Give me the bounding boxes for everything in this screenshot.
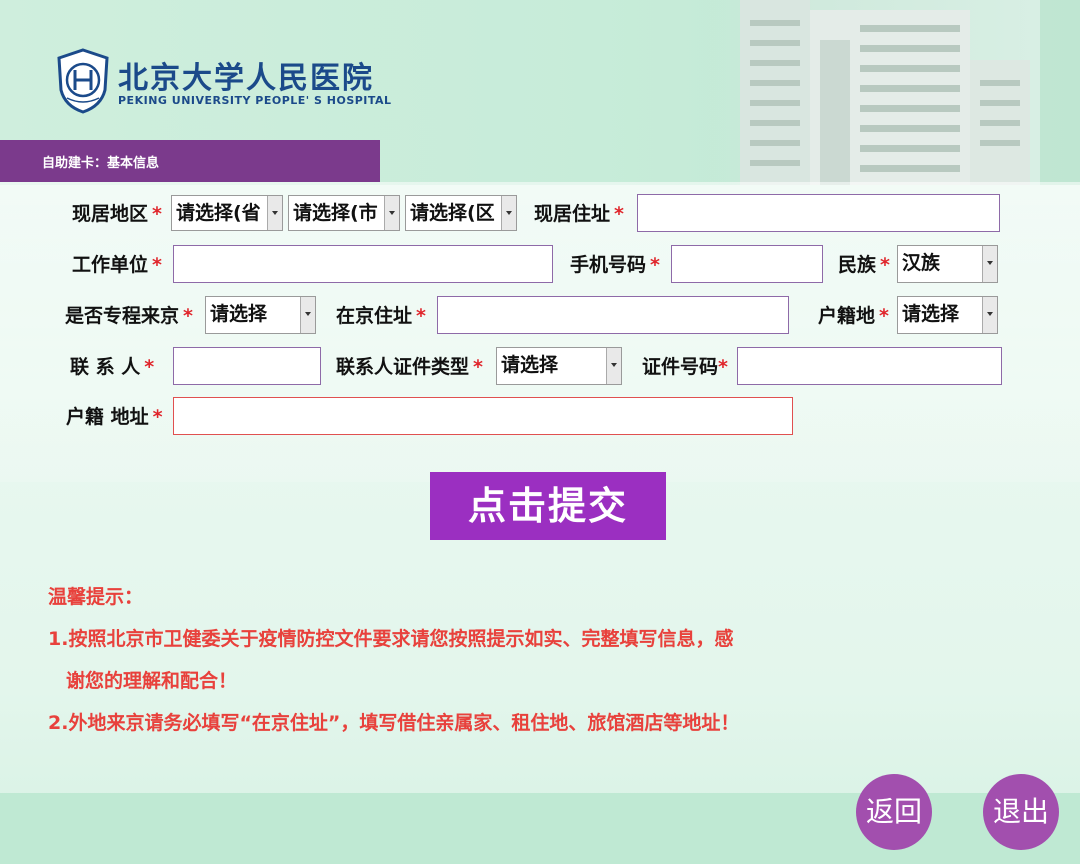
province-select[interactable]: 请选择(省	[171, 195, 283, 231]
current-address-input[interactable]	[637, 194, 1000, 232]
exit-button[interactable]: 退出	[983, 774, 1059, 850]
work-unit-label: 工作单位 *	[72, 254, 162, 276]
hospital-name-en: PEKING UNIVERSITY PEOPLE' S HOSPITAL	[118, 94, 392, 107]
work-unit-input[interactable]	[173, 245, 553, 283]
household-address-label: 户籍 地址 *	[66, 406, 163, 428]
chevron-down-icon	[384, 196, 399, 230]
city-select[interactable]: 请选择(市	[288, 195, 400, 231]
household-select[interactable]: 请选择	[897, 296, 998, 334]
submit-button[interactable]: 点击提交	[430, 472, 666, 540]
section-title-bar: 自助建卡：基本信息	[0, 140, 380, 182]
tips-line-1b: 谢您的理解和配合！	[66, 670, 238, 692]
chevron-down-icon	[982, 297, 997, 333]
chevron-down-icon	[501, 196, 516, 230]
beijing-address-label: 在京住址 *	[336, 305, 426, 327]
dedicated-trip-select[interactable]: 请选择	[205, 296, 316, 334]
ethnicity-select[interactable]: 汉族	[897, 245, 998, 283]
current-region-label: 现居地区 *	[72, 203, 162, 225]
tips-line-1a: 1.按照北京市卫健委关于疫情防控文件要求请您按照提示如实、完整填写信息，感	[48, 628, 734, 650]
contact-label: 联 系 人 *	[70, 356, 155, 378]
chevron-down-icon	[606, 348, 621, 384]
mobile-label: 手机号码 *	[570, 254, 660, 276]
chevron-down-icon	[982, 246, 997, 282]
section-title: 自助建卡：基本信息	[42, 156, 160, 171]
tips-title: 温馨提示：	[48, 586, 144, 608]
chevron-down-icon	[267, 196, 282, 230]
contact-id-type-label: 联系人证件类型 *	[336, 356, 483, 378]
tips-line-2: 2.外地来京请务必填写“在京住址”，填写借住亲属家、租住地、旅馆酒店等地址！	[48, 712, 740, 734]
contact-id-type-select[interactable]: 请选择	[496, 347, 622, 385]
household-label: 户籍地 *	[818, 305, 889, 327]
id-number-label: 证件号码*	[642, 356, 728, 378]
hospital-logo-icon	[57, 48, 109, 114]
mobile-input[interactable]	[671, 245, 823, 283]
dedicated-trip-label: 是否专程来京 *	[65, 305, 193, 327]
district-select[interactable]: 请选择(区	[405, 195, 517, 231]
ethnicity-label: 民族 *	[838, 254, 890, 276]
hospital-name-cn: 北京大学人民医院	[118, 61, 374, 96]
beijing-address-input[interactable]	[437, 296, 789, 334]
contact-input[interactable]	[173, 347, 321, 385]
current-address-label: 现居住址 *	[534, 203, 624, 225]
hospital-building-image	[710, 0, 1040, 185]
chevron-down-icon	[300, 297, 315, 333]
back-button[interactable]: 返回	[856, 774, 932, 850]
id-number-input[interactable]	[737, 347, 1002, 385]
household-address-input[interactable]	[173, 397, 793, 435]
